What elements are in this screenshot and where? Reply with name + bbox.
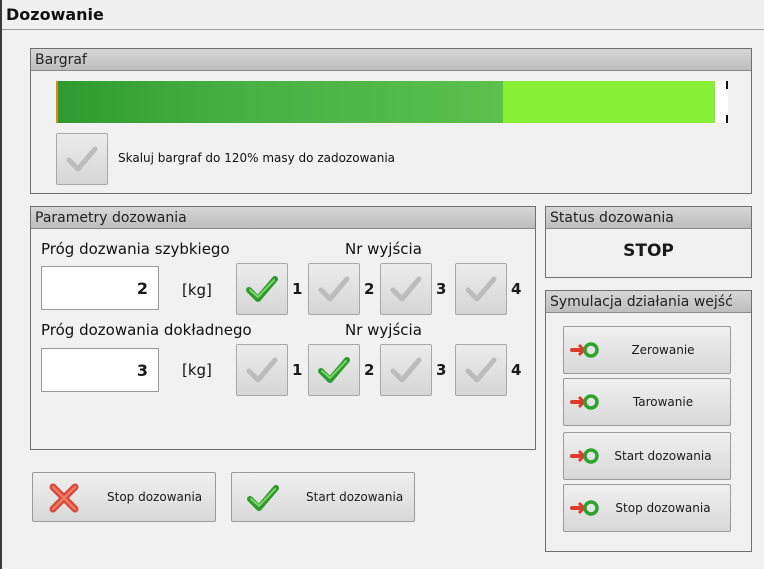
- status-header: Status dozowania: [546, 207, 751, 229]
- signal-input-icon: [570, 500, 599, 516]
- dozowanie-window: Dozowanie Bargraf Skaluj bargraf do 120%…: [0, 0, 764, 569]
- start-dosing-label: Start dozowania: [306, 490, 404, 504]
- sim-zerowanie-button[interactable]: Zerowanie: [563, 326, 731, 374]
- fast-output-3-checkbox[interactable]: [380, 263, 432, 315]
- precise-output-3-label: 3: [436, 361, 447, 379]
- params-header: Parametry dozowania: [31, 207, 535, 229]
- sim-start-dozowania-button[interactable]: Start dozowania: [563, 432, 731, 480]
- red-x-icon: [49, 483, 79, 513]
- bargraph-bottom-tick: [726, 115, 728, 123]
- check-icon: [465, 357, 497, 383]
- fast-output-2-checkbox[interactable]: [308, 263, 360, 315]
- fast-threshold-label: Próg dozwania szybkiego: [41, 240, 230, 258]
- sim-button-label: Zerowanie: [631, 343, 695, 357]
- signal-input-icon: [570, 394, 599, 410]
- check-icon: [465, 276, 497, 302]
- fast-output-4-label: 4: [511, 280, 522, 298]
- check-icon: [66, 146, 98, 172]
- precise-output-1-checkbox[interactable]: [236, 344, 288, 396]
- precise-output-3-checkbox[interactable]: [380, 344, 432, 396]
- simulation-header: Symulacja działania wejść: [546, 291, 751, 313]
- precise-unit-label: [kg]: [182, 361, 212, 379]
- precise-threshold-label: Próg dozowania dokładnego: [41, 321, 252, 339]
- green-check-icon: [247, 485, 279, 511]
- sim-button-label: Stop dozowania: [615, 501, 711, 515]
- check-icon: [246, 276, 278, 302]
- precise-threshold-input[interactable]: 3: [41, 348, 159, 392]
- precise-outputs-label: Nr wyjścia: [345, 321, 422, 339]
- stop-dosing-label: Stop dozowania: [107, 490, 203, 504]
- bargraf-header: Bargraf: [31, 49, 751, 71]
- fast-threshold-input[interactable]: 2: [41, 266, 159, 310]
- scale-bargraph-checkbox[interactable]: [56, 133, 108, 185]
- signal-input-icon: [570, 342, 599, 358]
- bargraph-top-tick: [726, 81, 728, 89]
- fast-outputs-label: Nr wyjścia: [345, 240, 422, 258]
- precise-output-2-checkbox[interactable]: [308, 344, 360, 396]
- precise-output-1-label: 1: [292, 361, 303, 379]
- scale-bargraph-label: Skaluj bargraf do 120% masy do zadozowan…: [118, 151, 396, 165]
- sim-stop-dozowania-button[interactable]: Stop dozowania: [563, 484, 731, 532]
- fast-output-2-label: 2: [364, 280, 375, 298]
- fast-output-4-checkbox[interactable]: [455, 263, 507, 315]
- precise-output-2-label: 2: [364, 361, 375, 379]
- bargraph-fill-dark: [56, 81, 503, 123]
- check-icon: [390, 357, 422, 383]
- bargraf-panel: Bargraf Skaluj bargraf do 120% masy do z…: [30, 48, 752, 194]
- fast-output-1-label: 1: [292, 280, 303, 298]
- fast-output-3-label: 3: [436, 280, 447, 298]
- check-icon: [246, 357, 278, 383]
- signal-input-icon: [570, 448, 599, 464]
- sim-button-label: Tarowanie: [632, 395, 694, 409]
- start-dosing-button[interactable]: Start dozowania: [231, 472, 415, 522]
- params-panel: Parametry dozowania Próg dozwania szybki…: [30, 206, 536, 450]
- bargraph-start-marker: [56, 81, 58, 123]
- precise-output-4-label: 4: [511, 361, 522, 379]
- bargraph-fill-light: [503, 81, 715, 123]
- precise-output-4-checkbox[interactable]: [455, 344, 507, 396]
- window-title: Dozowanie: [2, 0, 764, 30]
- fast-unit-label: [kg]: [182, 281, 212, 299]
- simulation-panel: Symulacja działania wejść Zerowanie Tarow…: [545, 290, 752, 552]
- status-panel: Status dozowania STOP: [545, 206, 752, 278]
- check-icon: [390, 276, 422, 302]
- stop-dosing-button[interactable]: Stop dozowania: [32, 472, 216, 522]
- check-icon: [318, 276, 350, 302]
- fast-output-1-checkbox[interactable]: [236, 263, 288, 315]
- bargraph: [56, 81, 728, 123]
- sim-tarowanie-button[interactable]: Tarowanie: [563, 378, 731, 426]
- check-icon: [318, 357, 350, 383]
- status-value: STOP: [623, 241, 674, 261]
- sim-button-label: Start dozowania: [614, 449, 712, 463]
